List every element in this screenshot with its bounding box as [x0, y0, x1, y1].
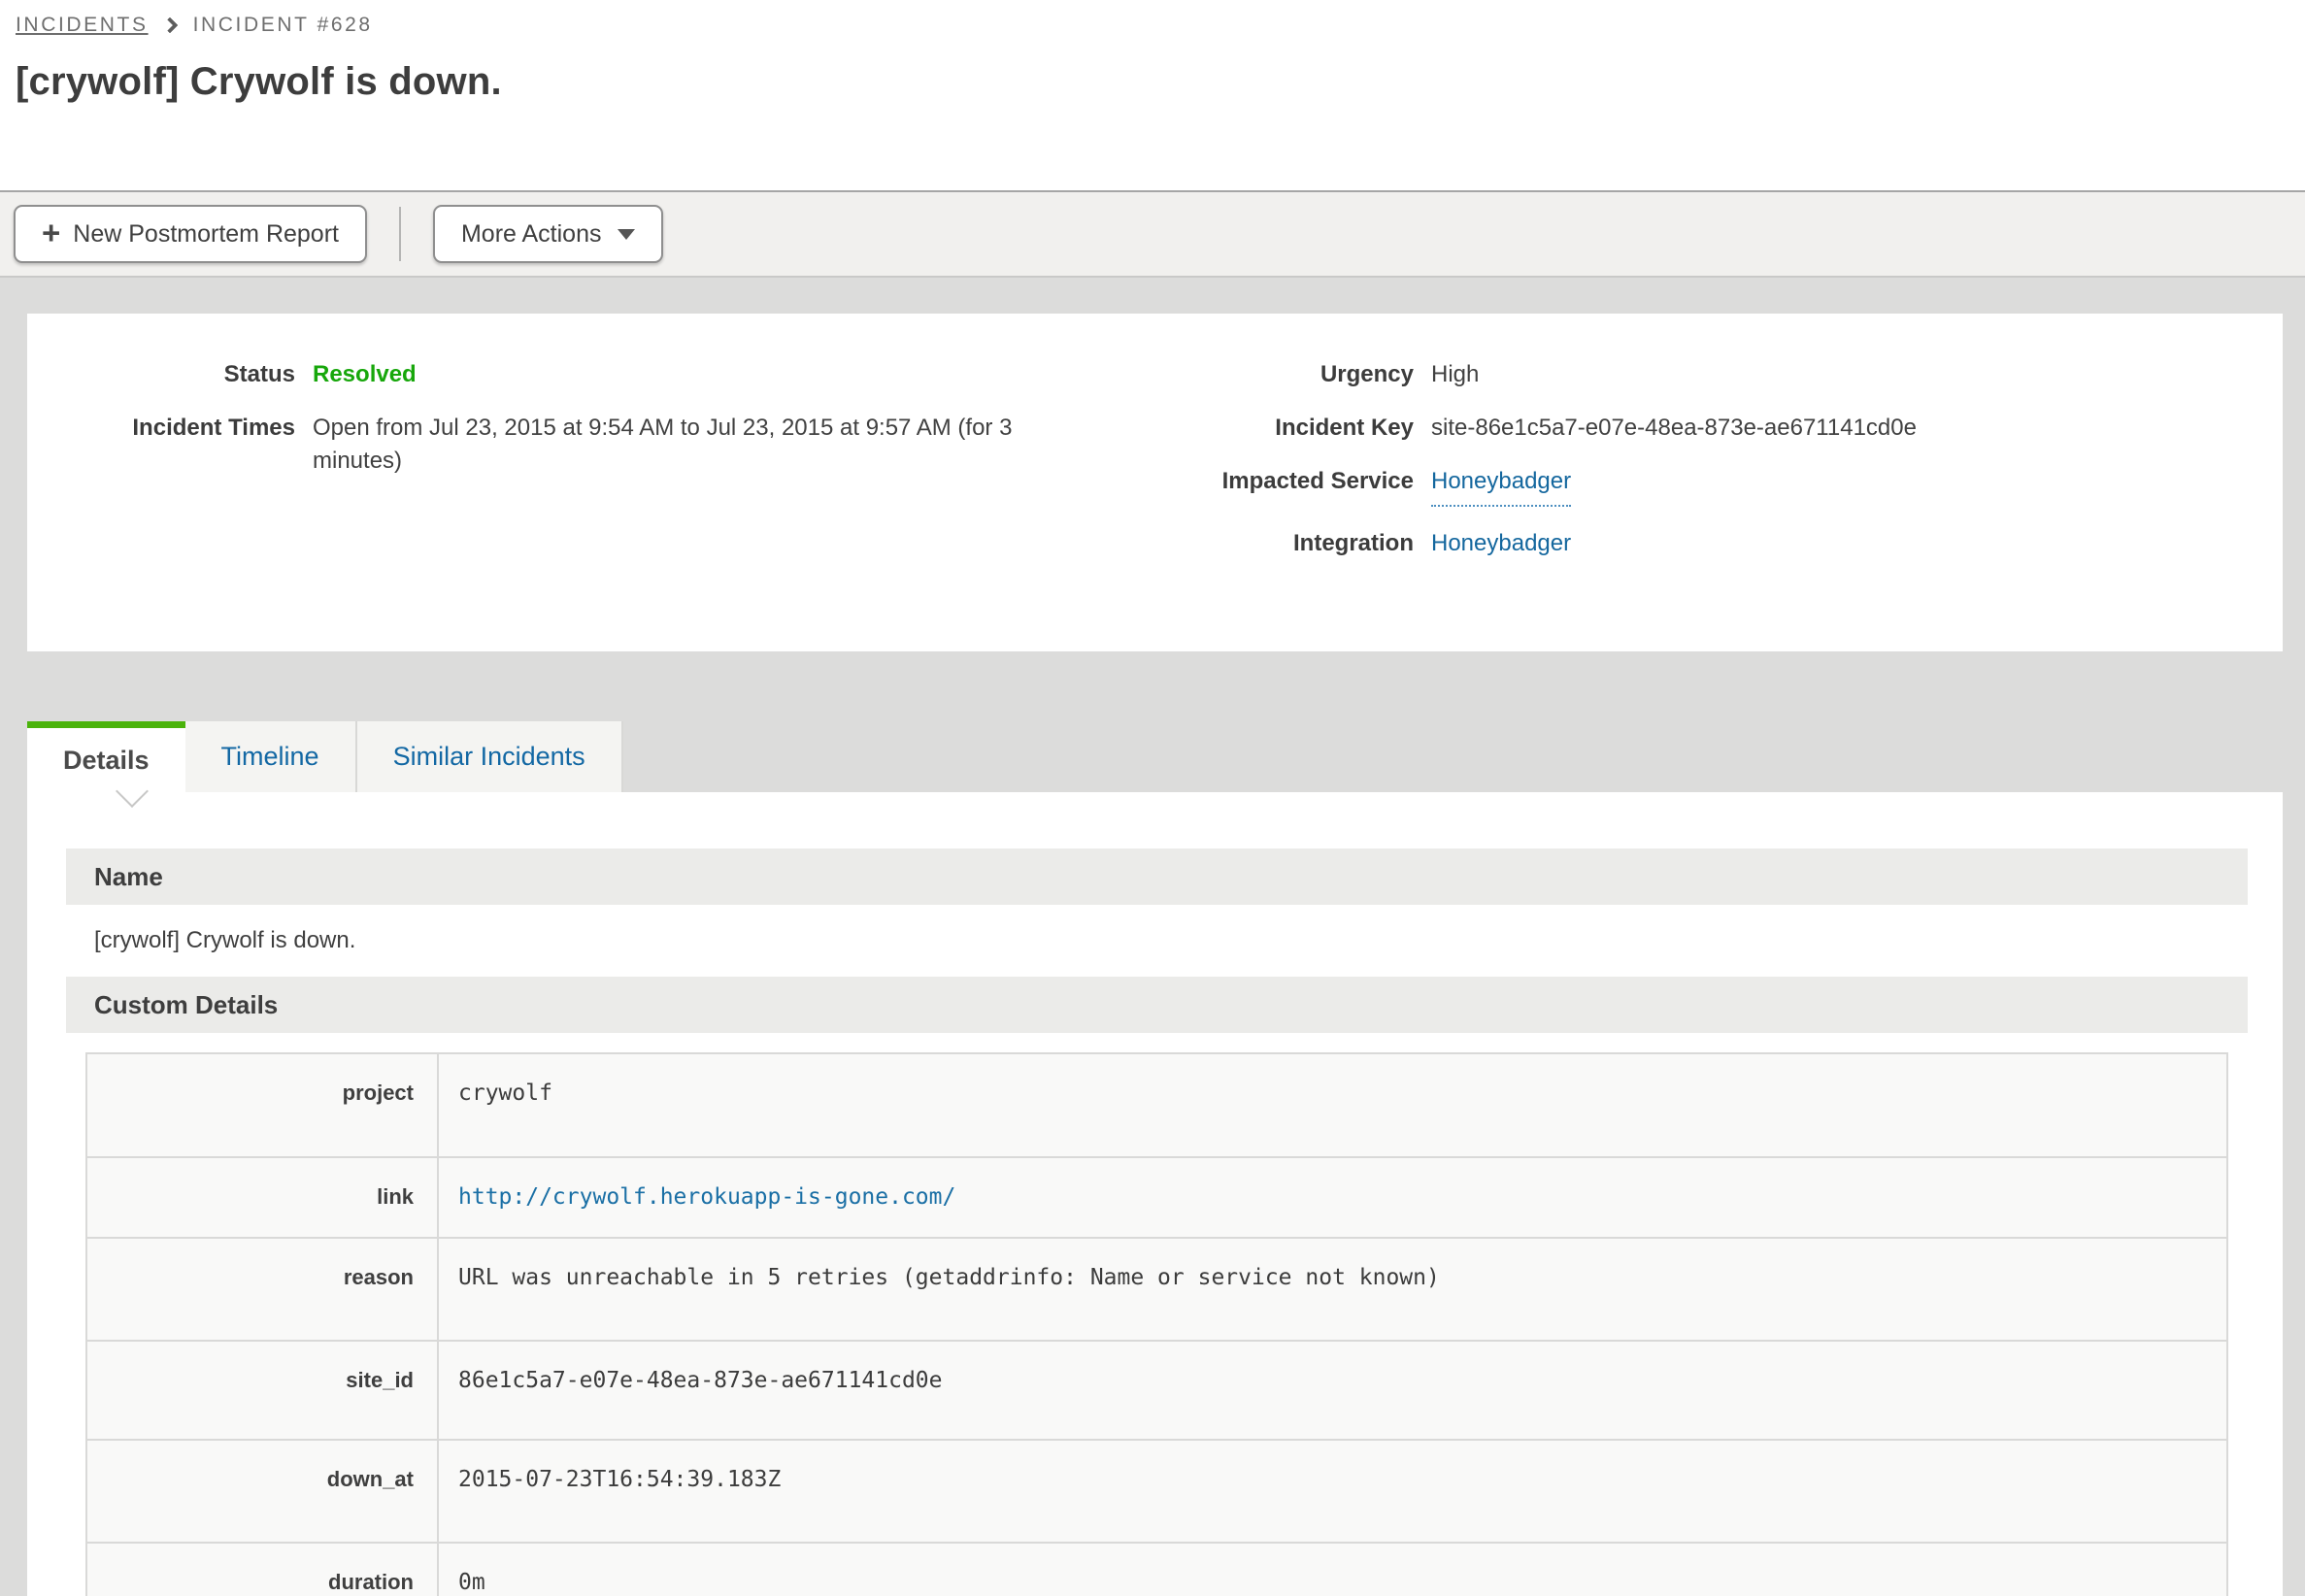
summary-left-column: Status Resolved Incident Times Open from… [56, 358, 1173, 651]
detail-value: URL was unreachable in 5 retries (getadd… [439, 1239, 1459, 1340]
table-row-down-at: down_at 2015-07-23T16:54:39.183Z [87, 1439, 2226, 1542]
more-actions-label: More Actions [461, 220, 602, 249]
table-row-project: project crywolf [87, 1054, 2226, 1156]
incident-name-value: [crywolf] Crywolf is down. [66, 905, 2248, 977]
detail-value: crywolf [439, 1054, 572, 1156]
content-area: Status Resolved Incident Times Open from… [0, 278, 2305, 1596]
urgency-value: High [1431, 358, 2283, 391]
name-section-header: Name [66, 848, 2248, 905]
status-label: Status [56, 358, 295, 391]
urgency-label: Urgency [1173, 358, 1414, 391]
detail-key: site_id [87, 1342, 439, 1439]
chevron-right-icon [161, 17, 178, 34]
custom-details-table: project crywolf link http://crywolf.hero… [85, 1052, 2228, 1596]
table-row-duration: duration 0m [87, 1542, 2226, 1596]
impacted-service-label: Impacted Service [1173, 465, 1414, 507]
new-postmortem-report-label: New Postmortem Report [73, 220, 339, 249]
detail-key: reason [87, 1239, 439, 1340]
breadcrumb-incidents-link[interactable]: INCIDENTS [16, 14, 149, 37]
status-value: Resolved [313, 358, 1173, 391]
custom-details-section-header: Custom Details [66, 977, 2248, 1033]
breadcrumb: INCIDENTS INCIDENT #628 [16, 14, 2289, 37]
detail-link[interactable]: http://crywolf.herokuapp-is-gone.com/ [439, 1158, 975, 1237]
page-title: [crywolf] Crywolf is down. [16, 60, 2289, 104]
details-tab-panel: Name [crywolf] Crywolf is down. Custom D… [27, 792, 2283, 1596]
breadcrumb-current: INCIDENT #628 [193, 14, 373, 37]
detail-value: 2015-07-23T16:54:39.183Z [439, 1441, 800, 1542]
detail-key: project [87, 1054, 439, 1156]
new-postmortem-report-button[interactable]: + New Postmortem Report [14, 205, 367, 263]
incident-times-label: Incident Times [56, 412, 295, 478]
toolbar-divider [399, 207, 401, 261]
tab-timeline[interactable]: Timeline [185, 721, 357, 792]
integration-link[interactable]: Honeybadger [1431, 530, 1571, 556]
plus-icon: + [42, 216, 60, 249]
tab-similar-incidents[interactable]: Similar Incidents [357, 721, 623, 792]
impacted-service-link[interactable]: Honeybadger [1431, 465, 1571, 507]
toolbar: + New Postmortem Report More Actions [0, 190, 2305, 278]
more-actions-button[interactable]: More Actions [433, 205, 663, 263]
incident-key-value: site-86e1c5a7-e07e-48ea-873e-ae671141cd0… [1431, 412, 2283, 445]
detail-value: 86e1c5a7-e07e-48ea-873e-ae671141cd0e [439, 1342, 962, 1439]
incident-summary-panel: Status Resolved Incident Times Open from… [27, 314, 2283, 651]
tab-details[interactable]: Details [27, 721, 185, 792]
summary-right-column: Urgency High Incident Key site-86e1c5a7-… [1173, 358, 2283, 651]
detail-key: link [87, 1158, 439, 1237]
incident-times-value: Open from Jul 23, 2015 at 9:54 AM to Jul… [313, 412, 1099, 478]
detail-value: 0m [439, 1544, 505, 1596]
page-header: INCIDENTS INCIDENT #628 [crywolf] Crywol… [0, 0, 2305, 190]
caret-down-icon [618, 229, 635, 240]
integration-label: Integration [1173, 527, 1414, 560]
table-row-site-id: site_id 86e1c5a7-e07e-48ea-873e-ae671141… [87, 1340, 2226, 1439]
incident-key-label: Incident Key [1173, 412, 1414, 445]
table-row-reason: reason URL was unreachable in 5 retries … [87, 1237, 2226, 1340]
detail-key: duration [87, 1544, 439, 1596]
tab-bar: Details Timeline Similar Incidents [27, 721, 2283, 792]
table-row-link: link http://crywolf.herokuapp-is-gone.co… [87, 1156, 2226, 1237]
detail-key: down_at [87, 1441, 439, 1542]
